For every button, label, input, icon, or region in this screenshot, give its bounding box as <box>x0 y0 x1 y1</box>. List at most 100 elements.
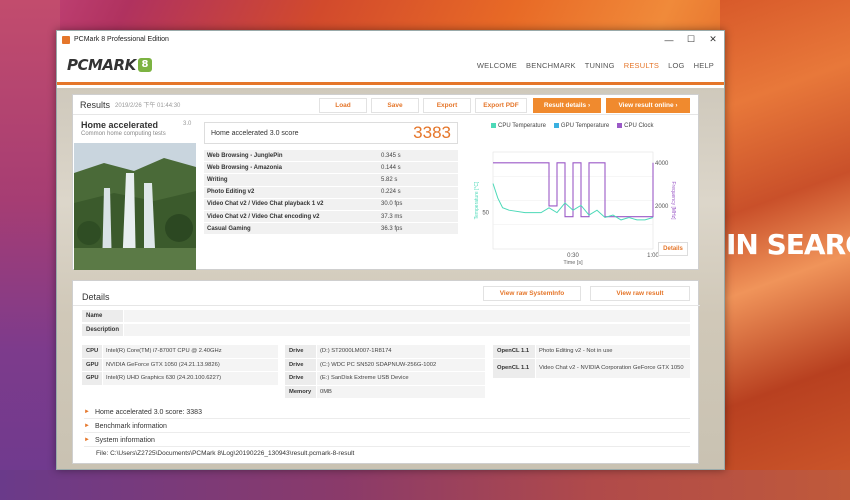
expand-arrow-icon: ► <box>84 437 90 443</box>
test-subtitle: Common home computing tests <box>81 131 166 137</box>
system-value: Intel(R) Core(TM) i7-8700T CPU @ 2.40GHz <box>103 345 278 358</box>
waterfall-image <box>74 143 196 270</box>
logo-badge: 8 <box>137 58 152 72</box>
maximize-button[interactable]: ☐ <box>680 31 702 48</box>
system-value: Video Chat v2 - NVIDIA Corporation GeFor… <box>536 358 690 378</box>
desktop-wallpaper-bottom <box>0 470 850 500</box>
system-key: Drive <box>285 372 316 385</box>
system-row: OpenCL 1.1 Photo Editing v2 - Not in use <box>493 345 690 358</box>
nav-menu: WELCOME BENCHMARK TUNING RESULTS LOG HEL… <box>477 61 714 70</box>
view-result-online-button[interactable]: View result online › <box>606 98 690 113</box>
system-row: Memory 0MB <box>285 385 485 398</box>
window-title: PCMark 8 Professional Edition <box>74 36 169 43</box>
system-value: Intel(R) UHD Graphics 630 (24.20.100.622… <box>103 372 278 385</box>
y-left-tick-label: 50 <box>482 211 489 217</box>
expand-arrow-icon: ► <box>84 423 90 429</box>
description-row: Description <box>82 324 690 336</box>
x-tick-label: 0:30 <box>567 253 579 259</box>
system-key: Drive <box>285 345 316 358</box>
system-value: (D:) ST2000LM007-1R8174 <box>317 345 485 358</box>
system-key: GPU <box>82 358 102 371</box>
app-icon <box>62 35 70 44</box>
subscore-value: 0.224 s <box>381 189 401 196</box>
export-pdf-button[interactable]: Export PDF <box>475 98 527 113</box>
description-label: Description <box>82 324 123 336</box>
name-value <box>124 310 690 322</box>
y-right-axis-label: Frequency [MHz] <box>670 181 676 220</box>
subscore-name: Web Browsing - Amazonia <box>207 164 283 171</box>
nav-benchmark[interactable]: BENCHMARK <box>526 61 576 70</box>
results-panel: Results 2019/2/26 下午 01:44:30 Load Save … <box>72 94 699 270</box>
details-panel: Details View raw SystemInfo View raw res… <box>72 280 700 464</box>
close-button[interactable]: ✕ <box>702 31 724 48</box>
subscore-value: 5.82 s <box>381 176 398 183</box>
desktop-wallpaper-left <box>0 0 60 500</box>
system-row: CPU Intel(R) Core(TM) i7-8700T CPU @ 2.40… <box>82 345 278 358</box>
system-row: OpenCL 1.1 Video Chat v2 - NVIDIA Corpora… <box>493 358 690 378</box>
expander-score[interactable]: ► Home accelerated 3.0 score: 3383 <box>84 406 690 419</box>
system-value: Photo Editing v2 - Not in use <box>536 345 690 358</box>
system-value: 0MB <box>317 385 485 398</box>
result-details-button[interactable]: Result details › <box>533 98 601 113</box>
description-value <box>124 324 690 336</box>
expander-benchmark-info[interactable]: ► Benchmark information <box>84 420 690 433</box>
nav-results[interactable]: RESULTS <box>624 61 659 70</box>
nav-tuning[interactable]: TUNING <box>585 61 615 70</box>
system-storage-list: Drive (D:) ST2000LM007-1R8174 Drive (C:) W… <box>285 345 485 399</box>
results-date: 2019/2/26 下午 01:44:30 <box>115 103 181 109</box>
score-label: Home accelerated 3.0 score <box>211 129 299 137</box>
subscore-value: 36.3 fps <box>381 225 403 232</box>
subscore-value: 0.144 s <box>381 164 401 171</box>
subscore-row: Video Chat v2 / Video Chat playback 1 v2… <box>204 198 458 211</box>
main-nav-bar: PCMARK 8 WELCOME BENCHMARK TUNING RESULT… <box>57 48 724 85</box>
system-key: OpenCL 1.1 <box>493 345 535 358</box>
system-row: Drive (C:) WDC PC SN520 SDAPNUW-256G-1002 <box>285 358 485 371</box>
view-raw-systeminfo-button[interactable]: View raw SystemInfo <box>483 286 581 301</box>
save-button[interactable]: Save <box>371 98 419 113</box>
test-version: 3.0 <box>183 121 192 127</box>
results-title: Results <box>80 99 111 110</box>
system-key: OpenCL 1.1 <box>493 358 535 378</box>
expander-label: Benchmark information <box>94 422 167 430</box>
x-axis-label: Time [s] <box>563 260 583 266</box>
pcmark-logo: PCMARK 8 <box>67 56 152 74</box>
system-value: (E:) SanDisk Extreme USB Device <box>317 372 485 385</box>
system-key: CPU <box>82 345 102 358</box>
system-key: Drive <box>285 358 316 371</box>
view-raw-result-button[interactable]: View raw result <box>590 286 690 301</box>
content-area: Results 2019/2/26 下午 01:44:30 Load Save … <box>57 88 724 469</box>
y-right-tick-label: 4000 <box>655 161 669 167</box>
subscore-row: Web Browsing - JunglePin 0.345 s <box>204 150 458 163</box>
system-hardware-list: CPU Intel(R) Core(TM) i7-8700T CPU @ 2.40… <box>82 345 278 386</box>
monitoring-chart: CPU Temperature GPU Temperature CPU Cloc… <box>466 116 698 270</box>
y-right-tick-label: 2000 <box>655 204 669 210</box>
nav-help[interactable]: HELP <box>694 61 714 70</box>
desktop-wallpaper-text: IN SEARCH O <box>726 228 850 261</box>
logo-text: PCMARK <box>67 56 136 74</box>
subscores-table: Web Browsing - JunglePin 0.345 s Web Brow… <box>204 150 458 236</box>
minimize-button[interactable]: — <box>658 31 680 48</box>
load-button[interactable]: Load <box>319 98 367 113</box>
expander-label: Home accelerated 3.0 score: 3383 <box>94 408 202 416</box>
system-opencl-list: OpenCL 1.1 Photo Editing v2 - Not in use … <box>493 345 690 379</box>
y-left-axis-label: Temperature [°C] <box>474 181 480 219</box>
subscore-name: Casual Gaming <box>207 225 251 232</box>
system-row: Drive (D:) ST2000LM007-1R8174 <box>285 345 485 358</box>
chart-details-button[interactable]: Details <box>658 242 688 256</box>
subscore-name: Web Browsing - JunglePin <box>207 152 283 159</box>
name-label: Name <box>82 310 123 322</box>
subscore-name: Writing <box>207 176 228 183</box>
system-value: NVIDIA GeForce GTX 1050 (24.21.13.9826) <box>103 358 278 371</box>
nav-log[interactable]: LOG <box>668 61 684 70</box>
expander-system-info[interactable]: ► System information <box>84 434 690 447</box>
test-summary: Home accelerated 3.0 Common home computi… <box>74 116 196 270</box>
export-button[interactable]: Export <box>423 98 471 113</box>
nav-welcome[interactable]: WELCOME <box>477 61 517 70</box>
subscore-value: 30.0 fps <box>381 201 403 208</box>
system-value: (C:) WDC PC SN520 SDAPNUW-256G-1002 <box>317 358 485 371</box>
system-row: GPU NVIDIA GeForce GTX 1050 (24.21.13.982… <box>82 358 278 371</box>
system-key: GPU <box>82 372 102 385</box>
system-row: GPU Intel(R) UHD Graphics 630 (24.20.100.… <box>82 372 278 385</box>
subscore-value: 37.3 ms <box>381 213 403 220</box>
subscore-row: Photo Editing v2 0.224 s <box>204 186 458 199</box>
